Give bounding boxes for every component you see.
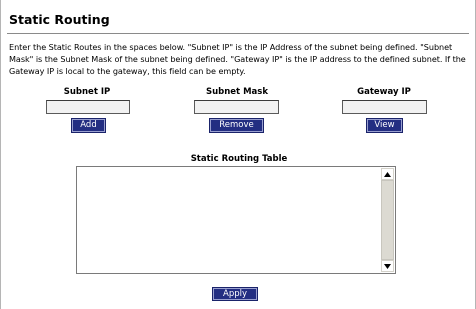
view-button[interactable]: View: [366, 118, 403, 133]
page-title: Static Routing: [9, 12, 110, 27]
routing-table-listbox[interactable]: [76, 166, 396, 274]
gateway-ip-label: Gateway IP: [357, 87, 411, 97]
scroll-up-arrow[interactable]: [381, 168, 394, 180]
static-routing-page: Static Routing Enter the Static Routes i…: [0, 0, 476, 309]
subnet-ip-input[interactable]: [46, 100, 130, 114]
remove-button[interactable]: Remove: [209, 118, 264, 133]
scroll-down-arrow[interactable]: [381, 260, 394, 272]
subnet-mask-label: Subnet Mask: [205, 87, 268, 97]
triangle-down-icon: [384, 264, 391, 269]
subnet-ip-label: Subnet IP: [63, 87, 111, 97]
scrollbar-track[interactable]: [381, 180, 394, 260]
add-button[interactable]: Add: [71, 118, 106, 133]
routing-table-scrollbar[interactable]: [381, 168, 394, 272]
routing-table-title: Static Routing Table: [190, 154, 288, 164]
gateway-ip-input[interactable]: [342, 100, 427, 114]
triangle-up-icon: [384, 172, 391, 177]
subnet-mask-input[interactable]: [194, 100, 279, 114]
apply-button[interactable]: Apply: [212, 287, 258, 301]
page-description: Enter the Static Routes in the spaces be…: [9, 42, 466, 77]
title-divider: [7, 33, 469, 34]
